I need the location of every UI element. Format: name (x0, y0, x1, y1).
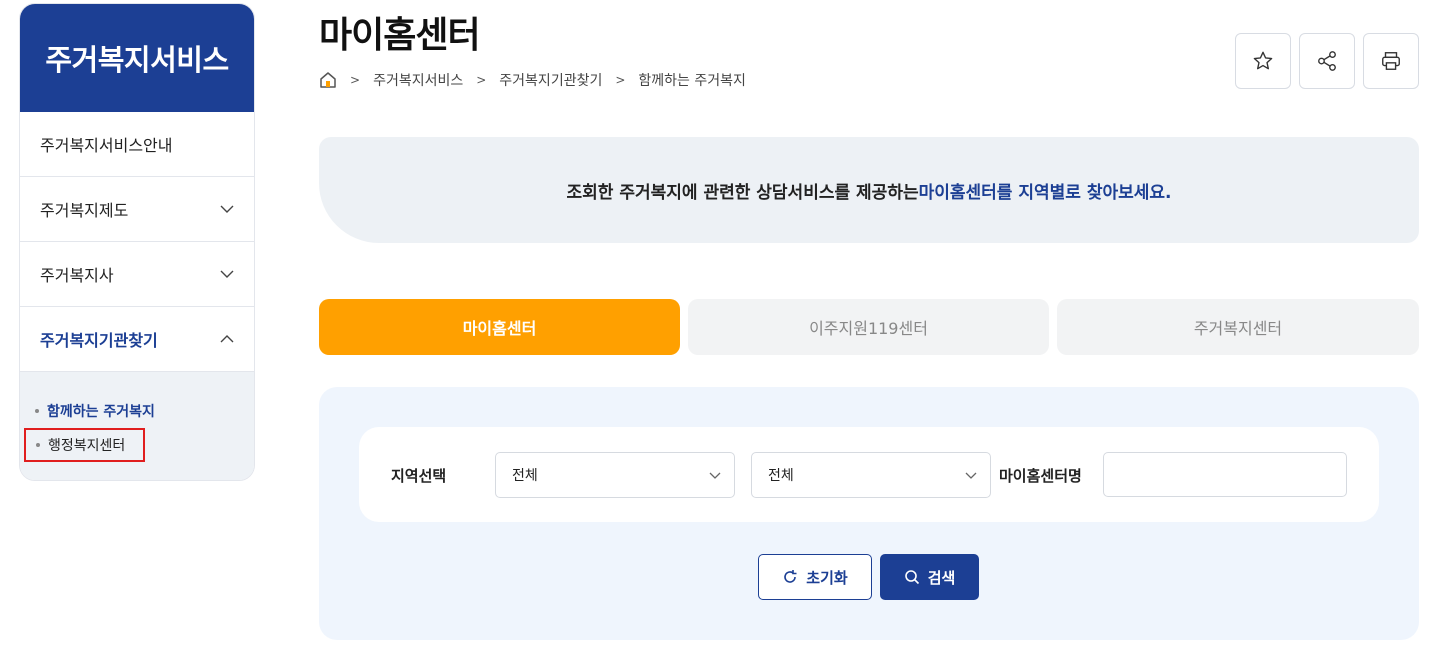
star-icon (1253, 51, 1273, 70)
search-button[interactable]: 검색 (880, 554, 979, 600)
sidebar-item-service-guide[interactable]: 주거복지서비스안내 (20, 112, 254, 177)
sidebar-item-label: 주거복지기관찾기 (40, 331, 158, 350)
page-title: 마이홈센터 (319, 15, 481, 56)
chevron-down-icon (709, 472, 721, 479)
sub-item-label: 행정복지센터 (48, 438, 126, 454)
tab-relocation-119-center[interactable]: 이주지원119센터 (688, 299, 1049, 355)
chevron-right-icon: > (615, 73, 626, 87)
share-icon (1318, 51, 1336, 71)
breadcrumb-item-current: 함께하는 주거복지 (638, 73, 746, 89)
sidebar-submenu: 함께하는 주거복지 행정복지센터 (20, 372, 254, 480)
region-select-2[interactable]: 전체 (751, 452, 991, 498)
chevron-down-icon (220, 205, 234, 213)
sidebar-item-welfare-system[interactable]: 주거복지제도 (20, 177, 254, 242)
region-select-1[interactable]: 전체 (495, 452, 735, 498)
share-button[interactable] (1299, 33, 1355, 89)
info-banner: 조회한 주거복지에 관련한 상담서비스를 제공하는 마이홈센터를 지역별로 찾아… (319, 137, 1419, 243)
printer-icon (1382, 52, 1400, 70)
sidebar-title: 주거복지서비스 (20, 4, 254, 112)
center-name-input[interactable] (1103, 452, 1347, 497)
select-value: 전체 (768, 468, 794, 484)
center-name-label: 마이홈센터명 (999, 467, 1082, 485)
sidebar-item-welfare-worker[interactable]: 주거복지사 (20, 242, 254, 307)
search-button-label: 검색 (927, 568, 956, 587)
breadcrumb-item[interactable]: 주거복지기관찾기 (499, 70, 602, 90)
print-button[interactable] (1363, 33, 1419, 89)
tab-housing-welfare-center[interactable]: 주거복지센터 (1057, 299, 1419, 355)
breadcrumb: > 주거복지서비스 > 주거복지기관찾기 > 함께하는 주거복지 (319, 70, 746, 90)
favorite-button[interactable] (1235, 33, 1291, 89)
chevron-right-icon: > (476, 73, 487, 87)
search-icon (904, 570, 919, 585)
banner-highlight-text: 마이홈센터를 지역별로 찾아보세요. (918, 182, 1172, 203)
sidebar-item-label: 주거복지서비스안내 (40, 136, 173, 155)
sub-item-admin-welfare-center[interactable]: 행정복지센터 (24, 428, 145, 462)
reset-button-label: 초기화 (806, 568, 848, 587)
refresh-icon (784, 570, 797, 583)
home-icon[interactable] (319, 71, 337, 89)
select-value: 전체 (512, 468, 538, 484)
sub-item-label: 함께하는 주거복지 (47, 404, 155, 420)
search-panel: 지역선택 전체 전체 마이홈센터명 초기화 검색 (319, 387, 1419, 640)
breadcrumb-item[interactable]: 주거복지서비스 (373, 70, 463, 90)
bullet-icon (36, 443, 40, 447)
chevron-down-icon (965, 472, 977, 479)
sidebar-item-label: 주거복지사 (40, 266, 114, 285)
chevron-up-icon (220, 335, 234, 343)
banner-text: 조회한 주거복지에 관련한 상담서비스를 제공하는 (566, 182, 919, 203)
sidebar-item-find-institution[interactable]: 주거복지기관찾기 (20, 307, 254, 372)
bullet-icon (35, 409, 39, 413)
sidebar: 주거복지서비스 주거복지서비스안내 주거복지제도 주거복지사 주거복지기관찾기 … (19, 3, 255, 481)
tab-myhome-center[interactable]: 마이홈센터 (319, 299, 680, 355)
reset-button[interactable]: 초기화 (758, 554, 872, 600)
sub-item-together-welfare[interactable]: 함께하는 주거복지 (20, 394, 254, 428)
sidebar-item-label: 주거복지제도 (40, 201, 129, 220)
chevron-down-icon (220, 270, 234, 278)
chevron-right-icon: > (350, 73, 361, 87)
region-label: 지역선택 (391, 467, 447, 485)
search-row: 지역선택 전체 전체 마이홈센터명 (359, 427, 1379, 522)
